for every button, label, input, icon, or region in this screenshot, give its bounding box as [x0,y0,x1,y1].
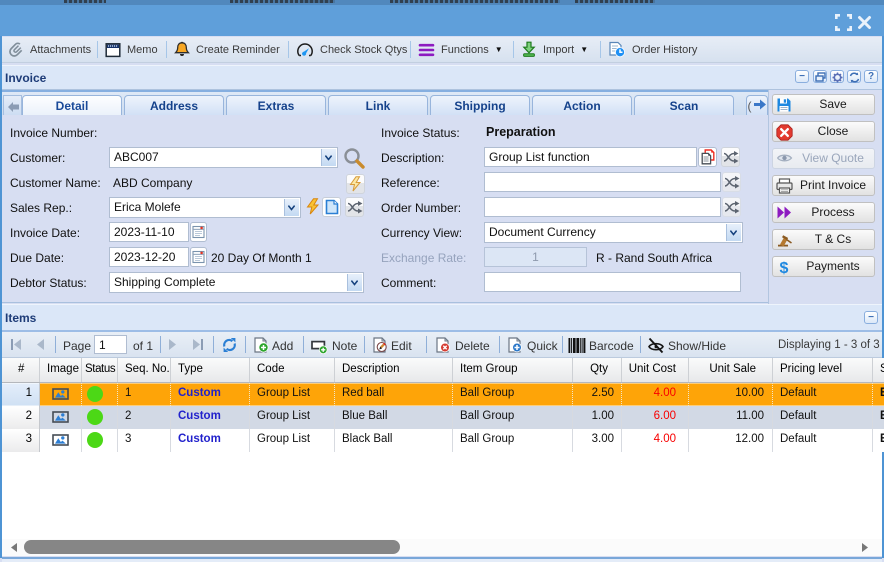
svg-text:$: $ [780,260,789,276]
